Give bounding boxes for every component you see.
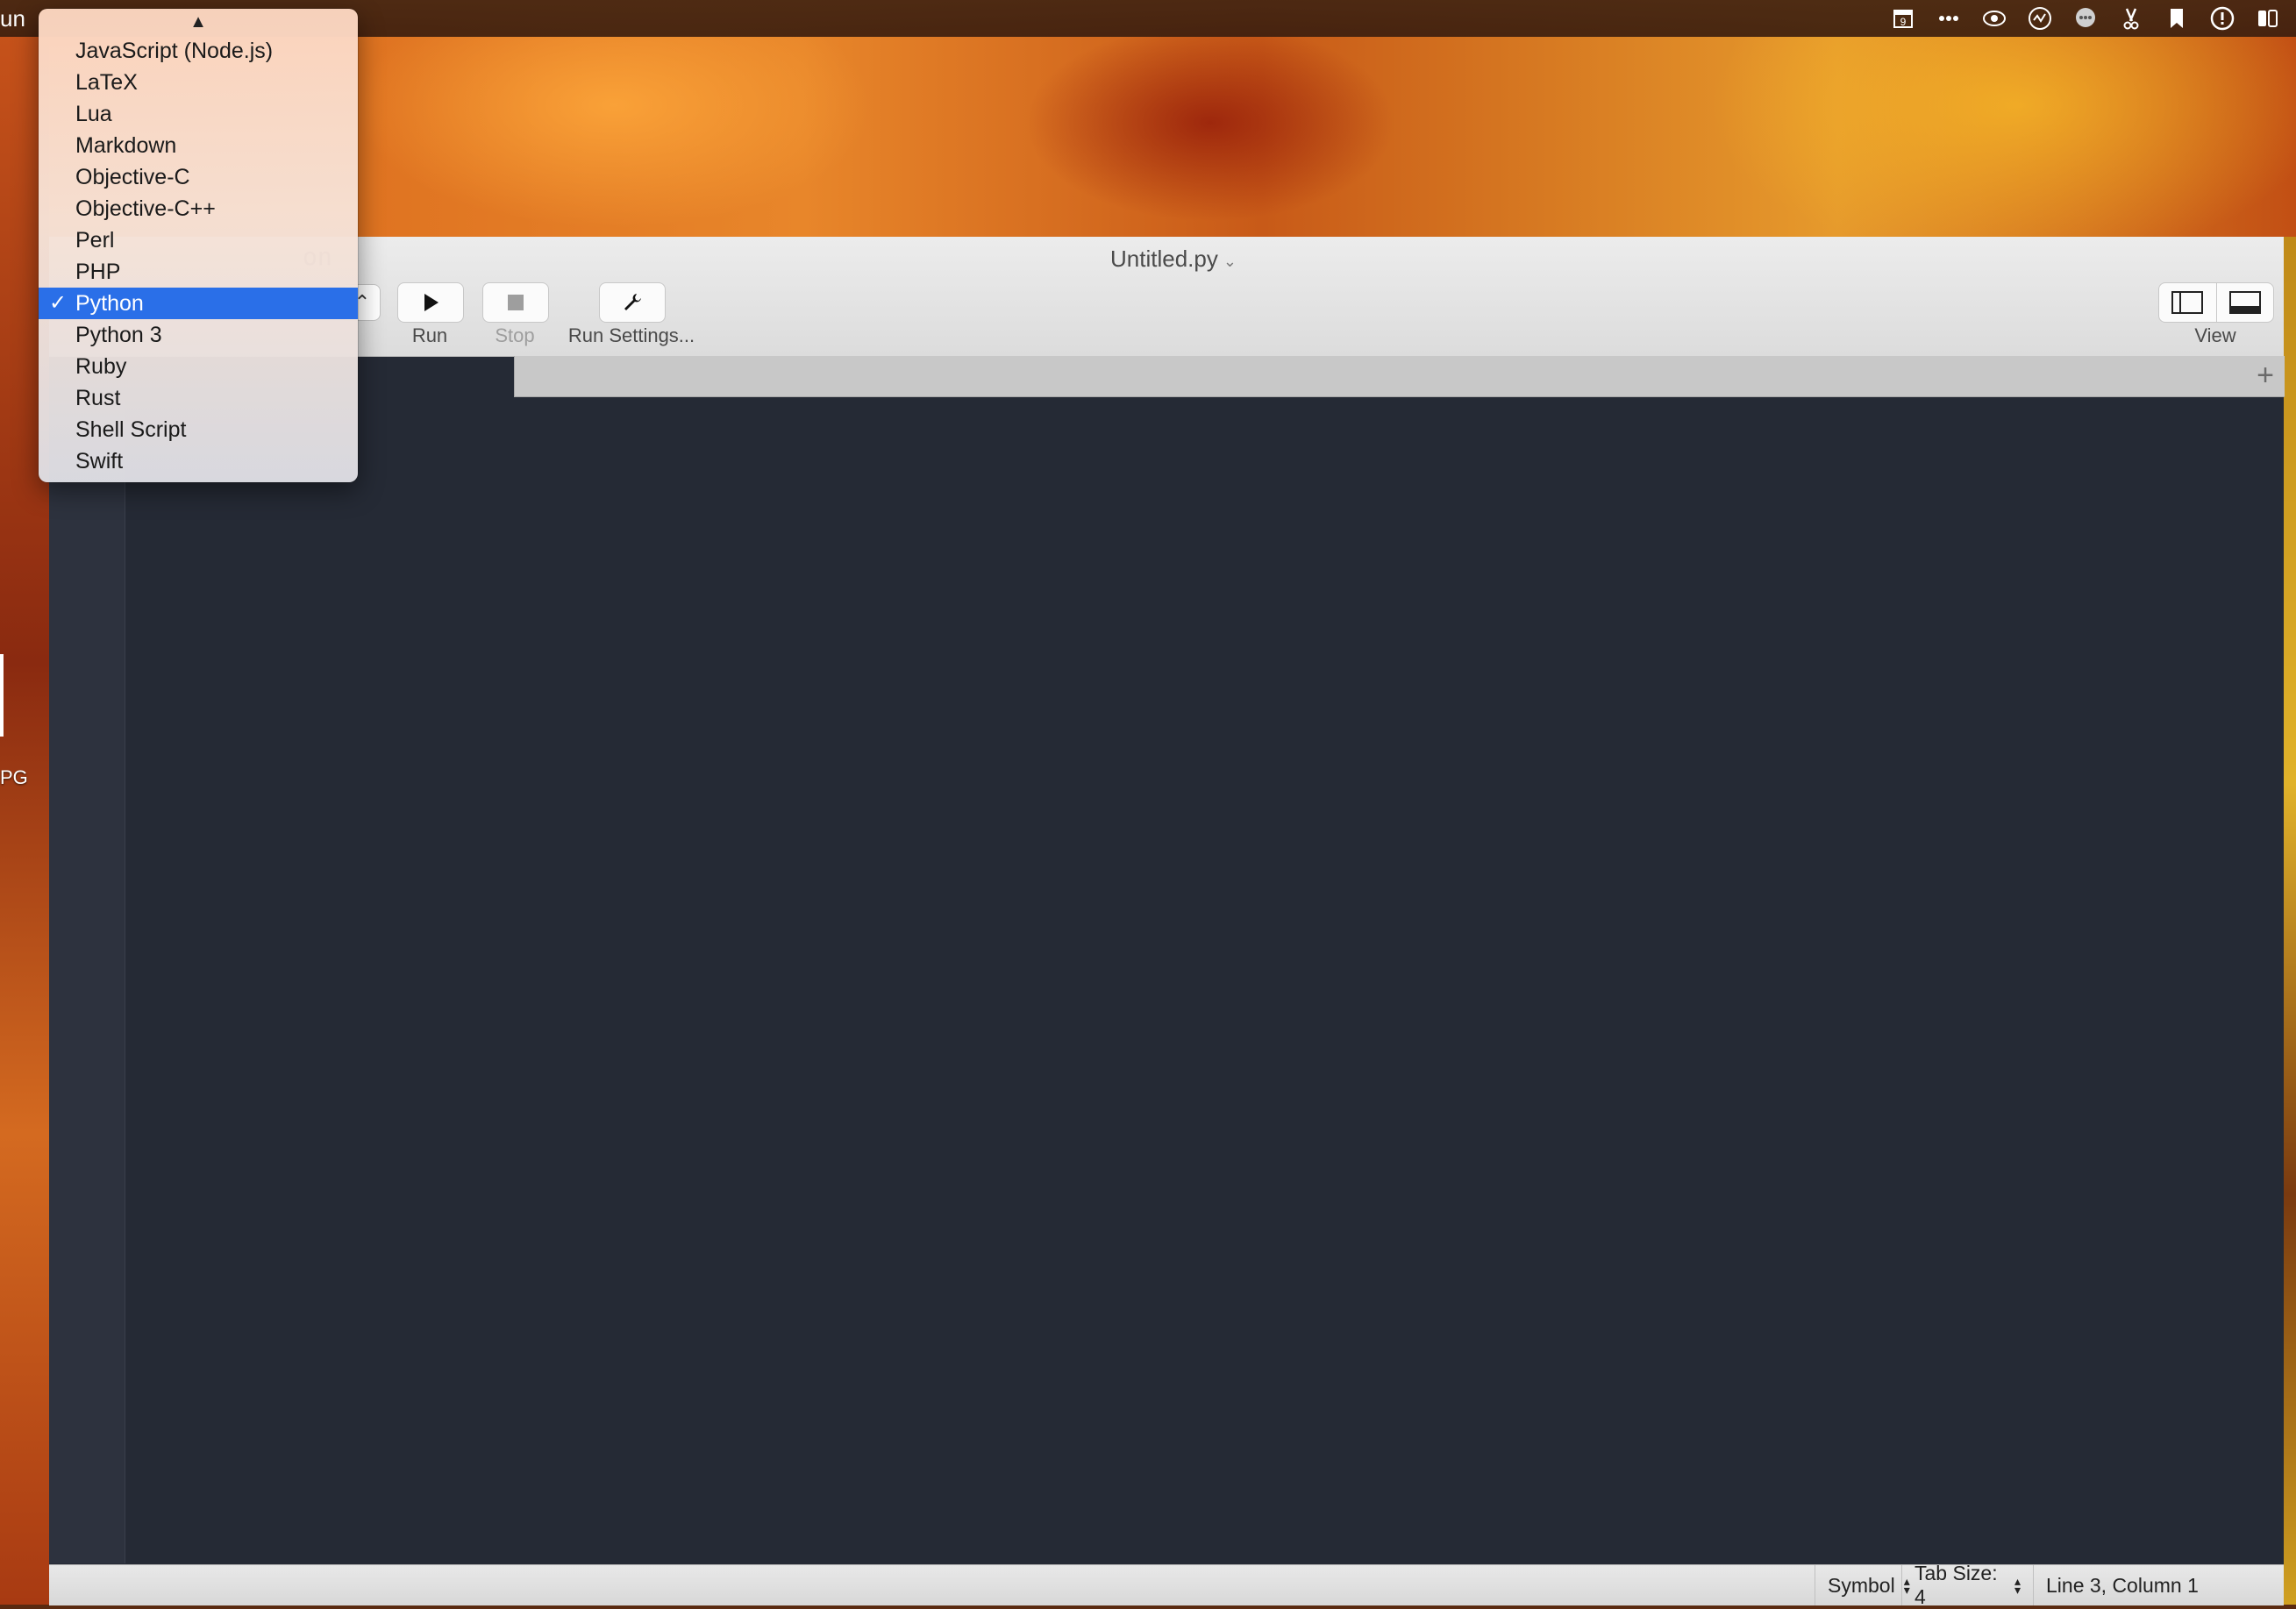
toggle-sidebar-button[interactable] <box>2159 283 2217 322</box>
chat-bubble-icon[interactable] <box>2063 0 2108 37</box>
language-menu-item[interactable]: Shell Script <box>39 414 358 445</box>
view-label: View <box>2194 324 2236 346</box>
language-menu-item-label: Objective-C++ <box>75 196 216 221</box>
window-toolbar: Untitled.py⌄ ⌃ Run Stop Run Settings... <box>49 237 2284 357</box>
language-menu-item-label: Shell Script <box>75 417 187 442</box>
editor-window: Untitled.py⌄ ⌃ Run Stop Run Settings... <box>49 237 2285 1608</box>
language-menu-item-label: Objective-C <box>75 165 190 189</box>
wrench-icon <box>624 294 641 310</box>
menu-bar-status-icons: 9 <box>1880 0 2291 37</box>
symbol-label: Symbol <box>1828 1573 1895 1597</box>
scissors-icon[interactable] <box>2108 0 2154 37</box>
more-dots-icon[interactable] <box>1926 0 1972 37</box>
language-menu-item-label: Lua <box>75 102 112 126</box>
add-tab-button[interactable]: + <box>2257 360 2274 391</box>
toggle-bottom-panel-button[interactable] <box>2217 283 2274 322</box>
language-menu-item-label: Rust <box>75 386 121 410</box>
info-circle-icon[interactable] <box>2200 0 2245 37</box>
language-menu-item-label: JavaScript (Node.js) <box>75 39 274 63</box>
run-button[interactable] <box>397 282 464 323</box>
language-menu-item[interactable]: Swift <box>39 445 358 477</box>
tab-bar: + <box>514 356 2285 397</box>
checkmark-icon: ✓ <box>49 291 68 315</box>
language-menu-item-label: LaTeX <box>75 70 138 95</box>
desktop-file-icon[interactable] <box>0 654 4 737</box>
language-menu-item[interactable]: ✓ Python <box>39 288 358 319</box>
language-menu-item-label: Swift <box>75 449 124 473</box>
desktop-file-label[interactable]: PG <box>0 766 28 789</box>
language-menu-list: JavaScript (Node.js) LaTeX Lua Markdown Obje… <box>39 35 358 477</box>
language-menu-item[interactable]: Rust <box>39 382 358 414</box>
up-down-arrows-icon: ▴ ▾ <box>2014 1574 2021 1597</box>
desktop-wallpaper-right <box>2284 237 2296 1605</box>
language-popup-menu: ▲ JavaScript (Node.js) LaTeX Lua Markdown Ob… <box>39 9 358 482</box>
status-bar: Symbol ▴ ▾ Tab Size: 4 ▴ ▾ Line 3, Column 1 <box>49 1562 2284 1608</box>
language-menu-item[interactable]: Ruby <box>39 351 358 382</box>
language-menu-item-label: Perl <box>75 228 115 253</box>
run-settings-button[interactable] <box>599 282 666 323</box>
view-toggle-group <box>2158 282 2274 323</box>
run-label: Run <box>411 324 448 346</box>
language-menu-item[interactable]: LaTeX <box>39 67 358 98</box>
calendar-day: 9 <box>1900 16 1907 28</box>
language-menu-item[interactable]: Perl <box>39 224 358 256</box>
tab-size-label: Tab Size: 4 <box>1915 1562 1998 1608</box>
stop-label: Stop <box>495 324 535 346</box>
scroll-up-arrow-icon[interactable]: ▲ <box>39 12 358 32</box>
activity-monitor-icon[interactable] <box>2017 0 2063 37</box>
line-number-gutter <box>49 397 125 1563</box>
language-menu-item-label: Python <box>75 291 144 316</box>
sidebar-panel-icon <box>2171 291 2204 314</box>
calendar-icon[interactable]: 9 <box>1880 0 1926 37</box>
cursor-position-label: Line 3, Column 1 <box>2046 1573 2199 1597</box>
cursor-position: Line 3, Column 1 <box>2033 1565 2284 1605</box>
language-menu-item-label: Markdown <box>75 133 177 158</box>
battery-icon[interactable] <box>2245 0 2291 37</box>
tab-size-selector[interactable]: Tab Size: 4 ▴ ▾ <box>1901 1562 2033 1608</box>
bottom-panel-icon <box>2228 291 2261 314</box>
language-menu-item[interactable]: Objective-C <box>39 161 358 193</box>
language-menu-item[interactable]: JavaScript (Node.js) <box>39 35 358 67</box>
language-menu-item[interactable]: PHP <box>39 256 358 288</box>
code-editor[interactable] <box>125 397 2284 1563</box>
window-title-text: Untitled.py <box>1110 246 1218 272</box>
stop-icon <box>508 295 524 310</box>
run-settings-label: Run Settings... <box>567 324 695 346</box>
stop-button[interactable] <box>482 282 549 323</box>
eye-icon[interactable] <box>1972 0 2017 37</box>
language-menu-item[interactable]: Objective-C++ <box>39 193 358 224</box>
language-menu-item[interactable]: Lua <box>39 98 358 130</box>
window-title[interactable]: Untitled.py ⌄ <box>1110 246 1237 273</box>
symbol-selector[interactable]: Symbol ▴ ▾ <box>1815 1565 1910 1605</box>
play-icon <box>424 294 439 311</box>
language-menu-item-label: PHP <box>75 260 121 284</box>
language-menu-item[interactable]: Python 3 <box>39 319 358 351</box>
language-menu-item[interactable]: Markdown <box>39 130 358 161</box>
language-menu-item-label: Python 3 <box>75 323 162 347</box>
chevron-down-icon: ⌄ <box>1223 253 1237 270</box>
menu-bar-app-name[interactable]: un <box>0 5 25 32</box>
language-menu-item-label: Ruby <box>75 354 127 379</box>
bookmark-icon[interactable] <box>2154 0 2200 37</box>
